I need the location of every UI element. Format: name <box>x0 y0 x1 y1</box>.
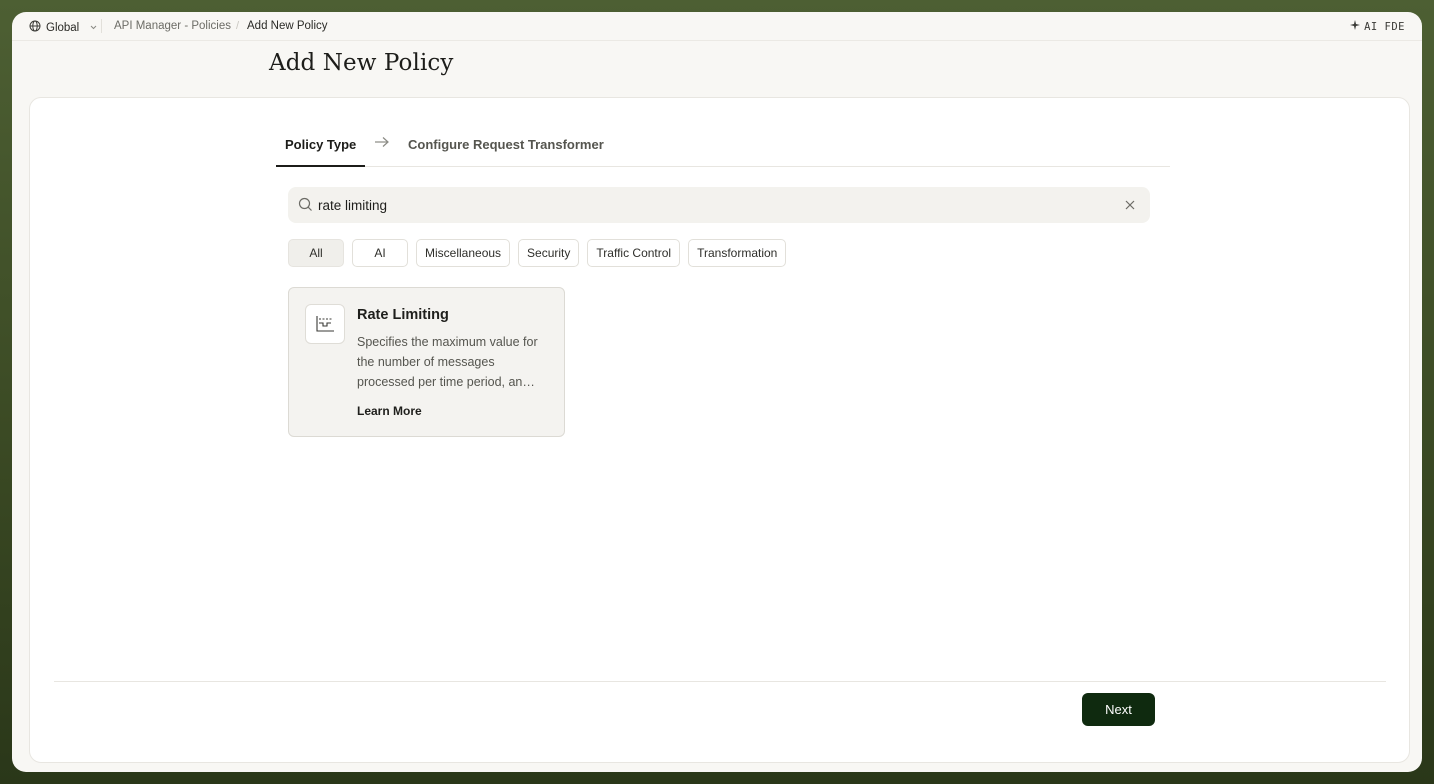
filter-all[interactable]: All <box>288 239 344 267</box>
filter-transformation[interactable]: Transformation <box>688 239 787 267</box>
sparkle-icon <box>1350 20 1361 33</box>
divider <box>101 19 102 33</box>
filter-traffic-control[interactable]: Traffic Control <box>587 239 681 267</box>
step-policy-type[interactable]: Policy Type <box>285 137 356 152</box>
category-filters: All AI Miscellaneous Security Traffic Co… <box>288 239 787 267</box>
workspace-label: Global <box>46 21 80 34</box>
wizard-steps: Policy Type Configure Request Transforme… <box>276 124 1170 167</box>
next-button[interactable]: Next <box>1082 693 1155 726</box>
app-window: Global API Manager - Policies / Add New … <box>12 12 1422 772</box>
page-title: Add New Policy <box>269 50 454 76</box>
breadcrumb-api-manager-policies[interactable]: API Manager - Policies <box>114 20 231 32</box>
wizard-card: Policy Type Configure Request Transforme… <box>29 97 1410 763</box>
step-configure-request-transformer[interactable]: Configure Request Transformer <box>408 137 604 152</box>
search-bar <box>288 187 1150 223</box>
rate-limit-chart-icon <box>305 304 345 344</box>
policy-description: Specifies the maximum value for the numb… <box>357 335 538 389</box>
breadcrumb-separator: / <box>236 20 240 32</box>
workspace-switcher[interactable]: Global <box>29 20 97 35</box>
filter-ai[interactable]: AI <box>352 239 408 267</box>
footer-divider <box>54 681 1386 682</box>
ai-fde-button[interactable]: AI FDE <box>1350 20 1405 33</box>
active-step-indicator <box>276 165 365 167</box>
breadcrumb-current: Add New Policy <box>247 20 328 32</box>
search-input[interactable] <box>318 187 1098 223</box>
policy-title: Rate Limiting <box>357 307 449 323</box>
close-icon[interactable] <box>1124 198 1136 216</box>
filter-miscellaneous[interactable]: Miscellaneous <box>416 239 511 267</box>
filter-security[interactable]: Security <box>518 239 580 267</box>
policy-card-rate-limiting[interactable]: Rate Limiting Specifies the maximum valu… <box>288 287 565 437</box>
chevron-down-icon <box>90 23 97 32</box>
search-icon <box>298 197 313 217</box>
learn-more-link[interactable]: Learn More <box>357 404 422 418</box>
globe-icon <box>29 20 41 35</box>
arrow-right-icon <box>374 135 390 153</box>
top-bar: Global API Manager - Policies / Add New … <box>12 12 1422 41</box>
ai-fde-label: AI FDE <box>1364 20 1405 33</box>
